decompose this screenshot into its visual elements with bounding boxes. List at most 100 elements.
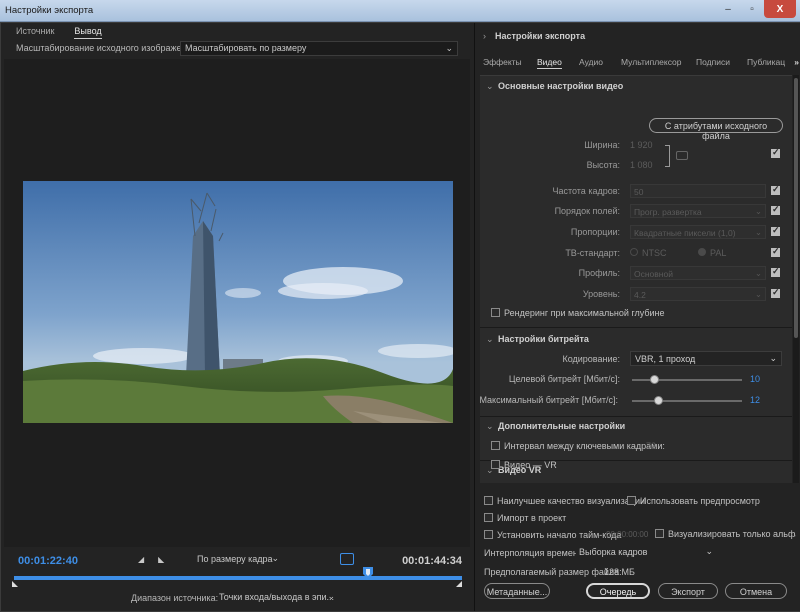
use-previews-checkbox[interactable] xyxy=(627,496,636,505)
out-timecode[interactable]: 00:01:44:34 xyxy=(402,555,462,567)
interpolation-value: Выборка кадров xyxy=(579,547,648,557)
tab-multiplexer[interactable]: Мультиплексор xyxy=(621,57,682,67)
alpha-only-checkbox[interactable] xyxy=(655,529,664,538)
max-bitrate-value[interactable]: 12 xyxy=(750,395,760,405)
aspect-correction-icon[interactable] xyxy=(340,553,354,565)
link-bracket xyxy=(665,145,670,167)
size-match-checkbox[interactable] xyxy=(771,147,780,158)
chevron-down-icon: ⌄ xyxy=(327,591,335,601)
field-order-value: Прогр. развертка xyxy=(634,207,702,217)
fps-match-checkbox[interactable] xyxy=(771,184,780,195)
divider xyxy=(480,327,792,328)
tab-output[interactable]: Вывод xyxy=(74,26,102,39)
settings-scrollbar[interactable] xyxy=(793,75,799,483)
profile-value: Основной xyxy=(634,269,673,279)
start-timecode-label: Установить начало тайм-кода xyxy=(497,530,622,540)
tab-audio[interactable]: Аудио xyxy=(579,57,603,67)
work-area-end-handle[interactable] xyxy=(456,581,462,587)
field-order-match-checkbox[interactable] xyxy=(771,204,780,215)
chevron-down-icon: ⌄ xyxy=(754,268,762,278)
mark-out-icon[interactable]: ◣ xyxy=(158,555,164,564)
target-bitrate-knob[interactable] xyxy=(650,375,659,384)
scaling-value: Масштабировать по размеру xyxy=(185,43,307,53)
export-settings-title: Настройки экспорта xyxy=(495,31,586,41)
profile-field: Основной ⌄ xyxy=(630,266,766,280)
tab-source[interactable]: Источник xyxy=(16,26,54,39)
vr-video-checkbox[interactable] xyxy=(491,460,500,469)
target-bitrate-label: Целевой битрейт [Мбит/с]: xyxy=(508,374,620,384)
fps-label: Частота кадров: xyxy=(552,186,620,196)
chevron-down-icon: ⌄ xyxy=(445,43,453,53)
encoding-label: Кодирование: xyxy=(562,354,620,364)
work-area-start-handle[interactable] xyxy=(12,581,18,587)
width-value: 1 920 xyxy=(630,140,653,150)
max-bitrate-knob[interactable] xyxy=(654,396,664,405)
export-button[interactable]: Экспорт xyxy=(658,583,718,599)
tab-effects[interactable]: Эффекты xyxy=(483,57,522,67)
fit-dropdown[interactable]: По размеру кадра ⌄ xyxy=(194,552,282,566)
profile-match-checkbox[interactable] xyxy=(771,266,780,277)
maximize-button[interactable]: ▫ xyxy=(740,0,764,18)
basic-video-header[interactable]: ⌄ Основные настройки видео xyxy=(486,81,623,92)
height-value: 1 080 xyxy=(630,160,653,170)
encoding-value: VBR, 1 проход xyxy=(635,354,696,364)
max-quality-checkbox[interactable] xyxy=(484,496,493,505)
target-bitrate-slider[interactable] xyxy=(632,375,742,384)
mark-in-icon[interactable]: ◢ xyxy=(138,555,144,564)
chevron-right-icon: › xyxy=(483,31,486,41)
ntsc-radio[interactable] xyxy=(630,248,638,256)
chain-link-icon[interactable] xyxy=(676,151,688,160)
settings-panel: › Настройки экспорта Эффекты Видео Аудио … xyxy=(474,23,800,611)
tab-video[interactable]: Видео xyxy=(537,57,562,69)
interpolation-dropdown[interactable]: Выборка кадров ⌄ xyxy=(576,545,716,559)
dialog-body: Источник Вывод Масштабирование исходного… xyxy=(0,22,800,612)
tab-publish[interactable]: Публикац xyxy=(747,57,785,67)
chevron-down-icon: ⌄ xyxy=(754,206,762,216)
source-range-dropdown[interactable]: Точки входа/выхода в эпи... ⌄ xyxy=(216,590,338,604)
chevron-down-icon: ⌄ xyxy=(486,334,494,344)
pal-radio[interactable] xyxy=(698,248,706,256)
timeline-panel: 00:01:22:40 ◢ ◣ По размеру кадра ⌄ 00:01… xyxy=(4,547,470,611)
level-match-checkbox[interactable] xyxy=(771,287,780,298)
tv-match-checkbox[interactable] xyxy=(771,246,780,257)
alpha-only-label: Визуализировать только альфа-кана xyxy=(668,529,796,539)
target-bitrate-value[interactable]: 10 xyxy=(750,374,760,384)
close-button[interactable]: X xyxy=(764,0,796,18)
preview-tabs: Источник Вывод xyxy=(16,26,102,39)
playhead-icon[interactable] xyxy=(362,567,373,579)
basic-video-title: Основные настройки видео xyxy=(498,81,624,91)
encoding-dropdown[interactable]: VBR, 1 проход ⌄ xyxy=(630,351,782,366)
max-bitrate-slider[interactable] xyxy=(632,396,742,405)
aspect-match-checkbox[interactable] xyxy=(771,225,780,236)
marker-controls: ◢ ◣ xyxy=(138,555,164,564)
export-settings-header[interactable]: › Настройки экспорта xyxy=(483,31,585,41)
fps-field: 50 xyxy=(630,184,766,198)
more-tabs-icon[interactable]: » xyxy=(794,57,799,67)
max-depth-checkbox[interactable] xyxy=(491,308,500,317)
preview-panel: Источник Вывод Масштабирование исходного… xyxy=(4,23,470,611)
chevron-down-icon: ⌄ xyxy=(754,227,762,237)
queue-button[interactable]: Очередь xyxy=(586,583,650,599)
settings-tabs: Эффекты Видео Аудио Мультиплексор Подпис… xyxy=(475,55,800,71)
import-project-checkbox[interactable] xyxy=(484,513,493,522)
keyframe-interval-checkbox[interactable] xyxy=(491,441,500,450)
in-timecode[interactable]: 00:01:22:40 xyxy=(18,555,78,567)
chevron-down-icon: ⌄ xyxy=(486,81,494,91)
bitrate-header[interactable]: ⌄ Настройки битрейта xyxy=(486,334,589,345)
fps-value: 50 xyxy=(634,187,644,197)
scaling-dropdown[interactable]: Масштабировать по размеру ⌄ xyxy=(180,41,458,56)
match-source-button[interactable]: С атрибутами исходного файла xyxy=(649,118,783,141)
chevron-down-icon: ⌄ xyxy=(486,421,494,431)
scrollbar-thumb[interactable] xyxy=(794,78,798,338)
metadata-button[interactable]: Метаданные... xyxy=(484,583,550,599)
cancel-button[interactable]: Отмена xyxy=(725,583,787,599)
keyframe-interval-value: 72 xyxy=(646,441,657,451)
level-label: Уровень: xyxy=(582,289,620,299)
timeline-track[interactable] xyxy=(14,576,462,580)
tab-captions[interactable]: Подписи xyxy=(696,57,730,67)
title-bar: Настройки экспорта – ▫ X xyxy=(0,0,800,22)
aspect-value: Квадратные пиксели (1,0) xyxy=(634,228,736,238)
start-timecode-checkbox[interactable] xyxy=(484,530,493,539)
minimize-button[interactable]: – xyxy=(716,0,740,18)
advanced-header[interactable]: ⌄ Дополнительные настройки xyxy=(486,421,625,432)
